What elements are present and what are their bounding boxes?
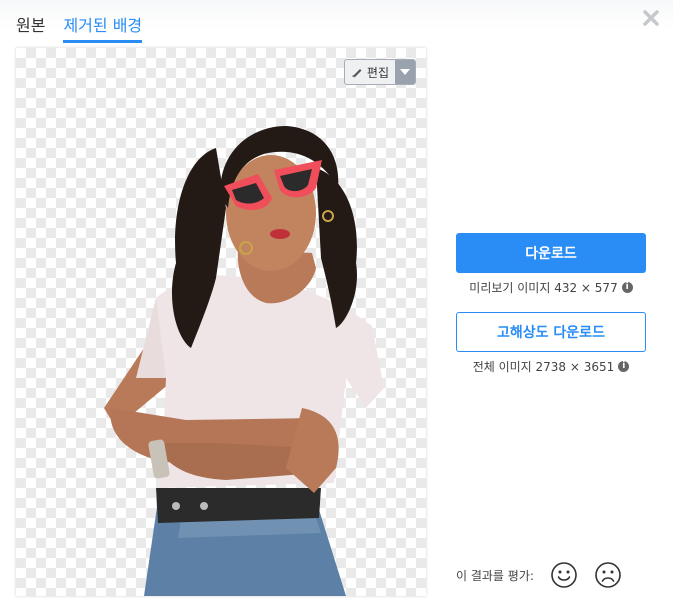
close-icon[interactable] bbox=[641, 8, 661, 28]
full-image-info-text: 전체 이미지 2738 × 3651 bbox=[472, 360, 615, 374]
edit-dropdown-button[interactable] bbox=[395, 60, 415, 84]
caret-down-icon bbox=[400, 69, 410, 75]
info-icon[interactable]: i bbox=[621, 282, 633, 293]
preview-image-info: 미리보기 이미지 432 × 577 i bbox=[456, 279, 646, 296]
smile-icon[interactable] bbox=[550, 561, 578, 589]
remove-bg-dialog: 원본 제거된 배경 편집 다운로드 미리보기 이미지 432 × 577 i 고… bbox=[0, 0, 673, 607]
hd-download-button[interactable]: 고해상도 다운로드 bbox=[456, 312, 646, 352]
edit-button-group: 편집 bbox=[343, 59, 416, 85]
rating-section: 이 결과를 평가: bbox=[456, 561, 622, 589]
preview-image-info-text: 미리보기 이미지 432 × 577 bbox=[469, 281, 618, 295]
full-image-info: 전체 이미지 2738 × 3651 i bbox=[456, 358, 646, 375]
view-tabs: 원본 제거된 배경 bbox=[16, 10, 160, 43]
brush-icon bbox=[351, 69, 362, 78]
frown-icon[interactable] bbox=[594, 561, 622, 589]
edit-button[interactable]: 편집 bbox=[345, 60, 395, 84]
result-preview: 편집 bbox=[16, 48, 426, 596]
tab-original[interactable]: 원본 bbox=[16, 10, 45, 43]
cutout-image bbox=[104, 126, 384, 596]
download-button[interactable]: 다운로드 bbox=[456, 233, 646, 273]
tab-removed-background[interactable]: 제거된 배경 bbox=[63, 10, 143, 43]
info-icon[interactable]: i bbox=[618, 361, 630, 372]
rating-label: 이 결과를 평가: bbox=[456, 568, 534, 583]
edit-label: 편집 bbox=[366, 65, 389, 80]
